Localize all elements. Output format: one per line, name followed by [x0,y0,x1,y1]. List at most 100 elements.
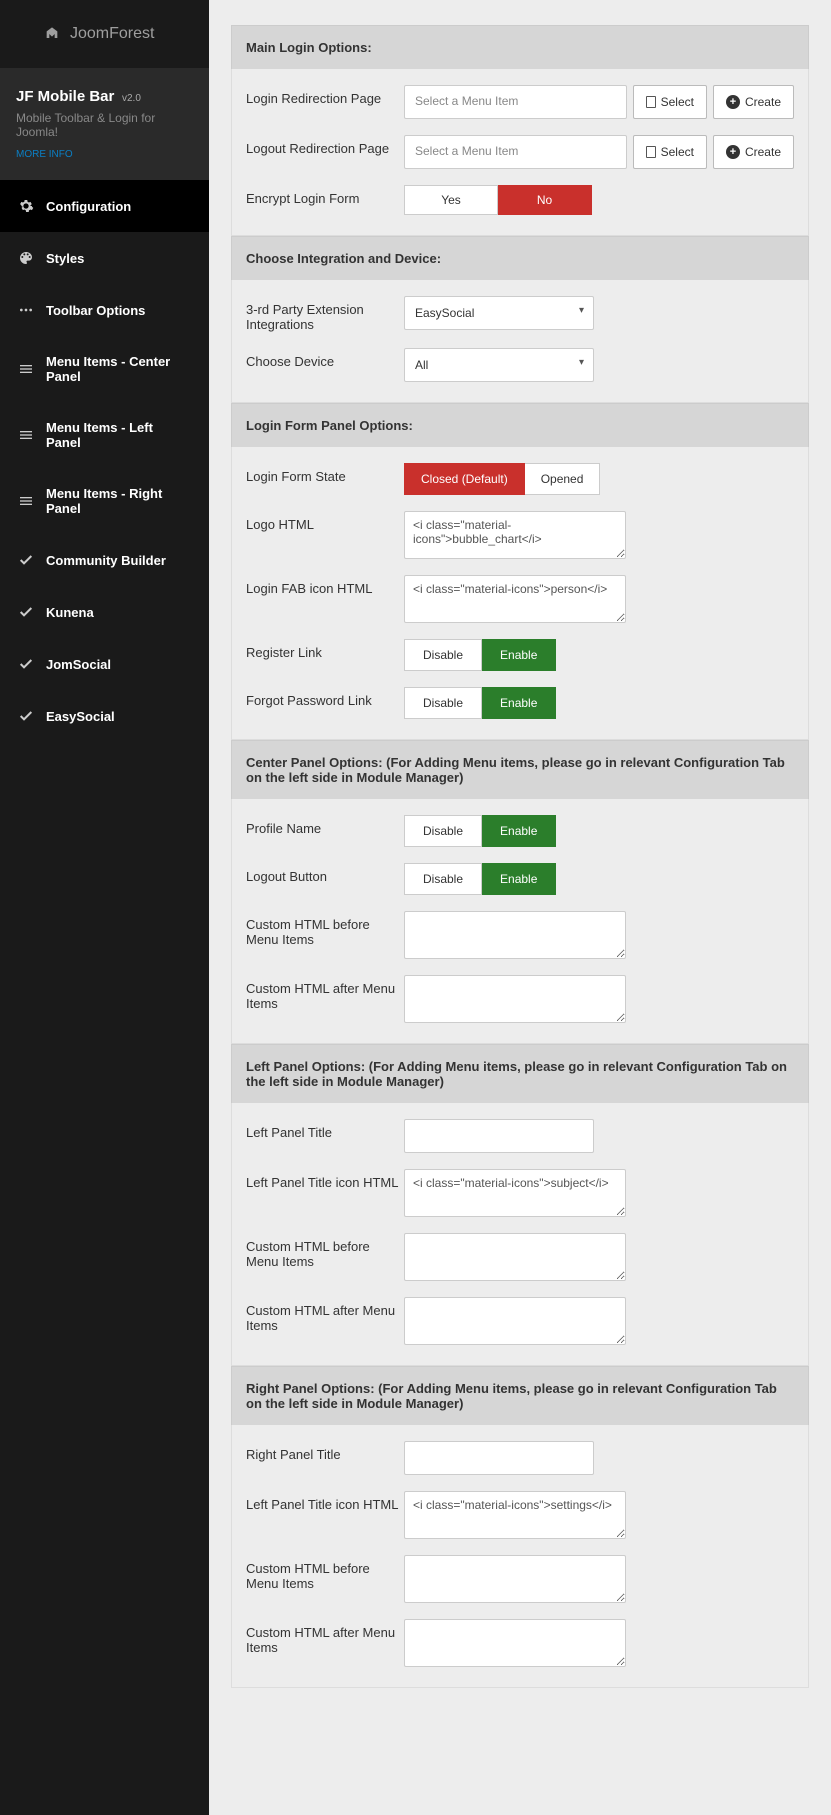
check-icon [18,656,34,672]
left-title-label: Left Panel Title [246,1119,404,1140]
menu-icon [18,427,34,443]
ext-label: 3-rd Party Extension Integrations [246,296,404,332]
logout-redir-label: Logout Redirection Page [246,135,404,156]
section-main-login-header: Main Login Options: [231,25,809,69]
more-info-link[interactable]: MORE INFO [16,149,73,160]
module-version: v2.0 [122,93,141,104]
logout-button-label: Logout Button [246,863,404,884]
sidebar-item-menu-right[interactable]: Menu Items - Right Panel [0,468,209,534]
register-enable-button[interactable]: Enable [482,639,556,671]
right-before-textarea[interactable] [404,1555,626,1603]
logout-redir-select-button[interactable]: Select [633,135,707,169]
left-before-label: Custom HTML before Menu Items [246,1233,404,1269]
forgot-disable-button[interactable]: Disable [404,687,482,719]
right-after-textarea[interactable] [404,1619,626,1667]
profile-name-label: Profile Name [246,815,404,836]
doc-icon [646,96,656,108]
content: Main Login Options: Login Redirection Pa… [209,0,831,1815]
center-after-label: Custom HTML after Menu Items [246,975,404,1011]
login-state-closed-button[interactable]: Closed (Default) [404,463,525,495]
left-after-label: Custom HTML after Menu Items [246,1297,404,1333]
module-subtitle: Mobile Toolbar & Login for Joomla! [16,111,193,139]
section-right-panel-header: Right Panel Options: (For Adding Menu it… [231,1366,809,1425]
device-select[interactable]: All [404,348,594,382]
sidebar-item-label: JomSocial [46,657,111,672]
section-left-panel-body: Left Panel Title Left Panel Title icon H… [231,1103,809,1366]
gear-icon [18,198,34,214]
login-redir-select-button[interactable]: Select [633,85,707,119]
center-after-textarea[interactable] [404,975,626,1023]
fab-html-label: Login FAB icon HTML [246,575,404,596]
module-info: JF Mobile Bar v2.0 Mobile Toolbar & Logi… [0,68,209,180]
sidebar-item-label: Community Builder [46,553,166,568]
section-main-login-body: Login Redirection Page Select a Menu Ite… [231,69,809,236]
encrypt-yes-button[interactable]: Yes [404,185,498,215]
logout-disable-button[interactable]: Disable [404,863,482,895]
section-left-panel-header: Left Panel Options: (For Adding Menu ite… [231,1044,809,1103]
sidebar-item-kunena[interactable]: Kunena [0,586,209,638]
logo-html-textarea[interactable] [404,511,626,559]
sidebar-item-menu-center[interactable]: Menu Items - Center Panel [0,336,209,402]
sidebar-item-jomsocial[interactable]: JomSocial [0,638,209,690]
right-title-label: Right Panel Title [246,1441,404,1462]
brand-logo-icon [44,26,60,42]
plus-circle-icon: + [726,145,740,159]
ext-select[interactable]: EasySocial [404,296,594,330]
sidebar-item-label: Kunena [46,605,94,620]
section-login-panel-header: Login Form Panel Options: [231,403,809,447]
login-redir-create-button[interactable]: +Create [713,85,794,119]
right-icon-textarea[interactable] [404,1491,626,1539]
fab-html-textarea[interactable] [404,575,626,623]
left-before-textarea[interactable] [404,1233,626,1281]
login-redir-label: Login Redirection Page [246,85,404,106]
palette-icon [18,250,34,266]
login-redir-input[interactable]: Select a Menu Item [404,85,627,119]
encrypt-label: Encrypt Login Form [246,185,404,206]
check-icon [18,552,34,568]
profile-enable-button[interactable]: Enable [482,815,556,847]
right-title-input[interactable] [404,1441,594,1475]
section-integration-body: 3-rd Party Extension Integrations EasySo… [231,280,809,403]
login-state-opened-button[interactable]: Opened [525,463,601,495]
sidebar: JoomForest JF Mobile Bar v2.0 Mobile Too… [0,0,209,1815]
menu-icon [18,493,34,509]
center-before-label: Custom HTML before Menu Items [246,911,404,947]
encrypt-no-button[interactable]: No [498,185,592,215]
section-right-panel-body: Right Panel Title Left Panel Title icon … [231,1425,809,1688]
section-login-panel-body: Login Form State Closed (Default) Opened… [231,447,809,740]
plus-circle-icon: + [726,95,740,109]
section-center-panel-header: Center Panel Options: (For Adding Menu i… [231,740,809,799]
menu-icon [18,361,34,377]
register-disable-button[interactable]: Disable [404,639,482,671]
left-after-textarea[interactable] [404,1297,626,1345]
logout-redir-input[interactable]: Select a Menu Item [404,135,627,169]
left-title-input[interactable] [404,1119,594,1153]
sidebar-item-label: Menu Items - Right Panel [46,486,191,516]
brand-name: JoomForest [70,25,154,43]
device-label: Choose Device [246,348,404,369]
right-before-label: Custom HTML before Menu Items [246,1555,404,1591]
sidebar-item-configuration[interactable]: Configuration [0,180,209,232]
sidebar-item-label: Toolbar Options [46,303,145,318]
right-icon-label: Left Panel Title icon HTML [246,1491,404,1512]
logout-enable-button[interactable]: Enable [482,863,556,895]
sidebar-item-toolbar-options[interactable]: Toolbar Options [0,284,209,336]
forgot-enable-button[interactable]: Enable [482,687,556,719]
logo-html-label: Logo HTML [246,511,404,532]
sidebar-item-label: Menu Items - Left Panel [46,420,191,450]
doc-icon [646,146,656,158]
left-icon-textarea[interactable] [404,1169,626,1217]
logout-redir-create-button[interactable]: +Create [713,135,794,169]
center-before-textarea[interactable] [404,911,626,959]
sidebar-item-menu-left[interactable]: Menu Items - Left Panel [0,402,209,468]
brand: JoomForest [0,0,209,68]
sidebar-item-label: EasySocial [46,709,115,724]
profile-disable-button[interactable]: Disable [404,815,482,847]
check-icon [18,708,34,724]
sidebar-item-community-builder[interactable]: Community Builder [0,534,209,586]
sidebar-item-styles[interactable]: Styles [0,232,209,284]
module-title: JF Mobile Bar [16,88,114,105]
section-center-panel-body: Profile Name Disable Enable Logout Butto… [231,799,809,1044]
sidebar-item-easysocial[interactable]: EasySocial [0,690,209,742]
login-state-label: Login Form State [246,463,404,484]
